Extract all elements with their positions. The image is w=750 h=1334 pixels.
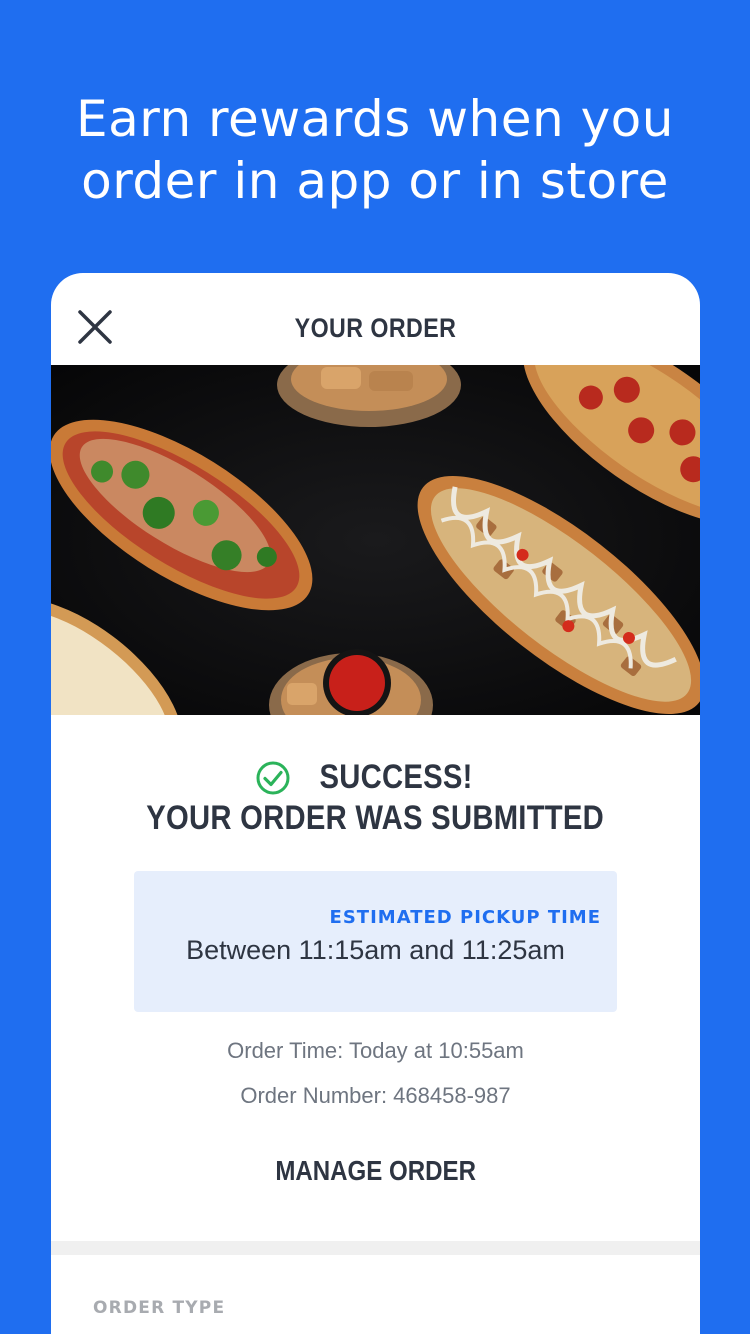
- pickup-time-box: ESTIMATED PICKUP TIME Between 11:15am an…: [134, 871, 617, 1012]
- pickup-time-label: ESTIMATED PICKUP TIME: [329, 907, 601, 928]
- success-title: SUCCESS!: [319, 758, 474, 796]
- pizza-flatbreads-photo: [51, 365, 700, 715]
- pickup-time-value: Between 11:15am and 11:25am: [186, 935, 565, 965]
- section-divider: [51, 1241, 700, 1255]
- manage-order-button[interactable]: MANAGE ORDER: [51, 1155, 700, 1187]
- promo-headline-line2: order in app or in store: [81, 152, 669, 210]
- order-type-label: ORDER TYPE: [93, 1298, 226, 1318]
- manage-order-label: MANAGE ORDER: [275, 1155, 476, 1186]
- hero-image: [51, 365, 700, 715]
- success-message: SUCCESS! YOUR ORDER WAS SUBMITTED: [51, 758, 700, 838]
- order-time: Order Time: Today at 10:55am: [227, 1038, 524, 1063]
- promo-headline-line1: Earn rewards when you: [76, 90, 674, 148]
- promo-headline: Earn rewards when you order in app or in…: [0, 88, 750, 212]
- order-number: Order Number: 468458-987: [240, 1083, 511, 1108]
- card-header: YOUR ORDER: [51, 273, 700, 365]
- success-subtitle: YOUR ORDER WAS SUBMITTED: [146, 799, 605, 837]
- order-card: YOUR ORDER SUCCESS! YOUR ORDER WAS SUBMI…: [51, 273, 700, 1334]
- page-title: YOUR ORDER: [294, 313, 457, 343]
- check-circle-icon: [256, 761, 290, 794]
